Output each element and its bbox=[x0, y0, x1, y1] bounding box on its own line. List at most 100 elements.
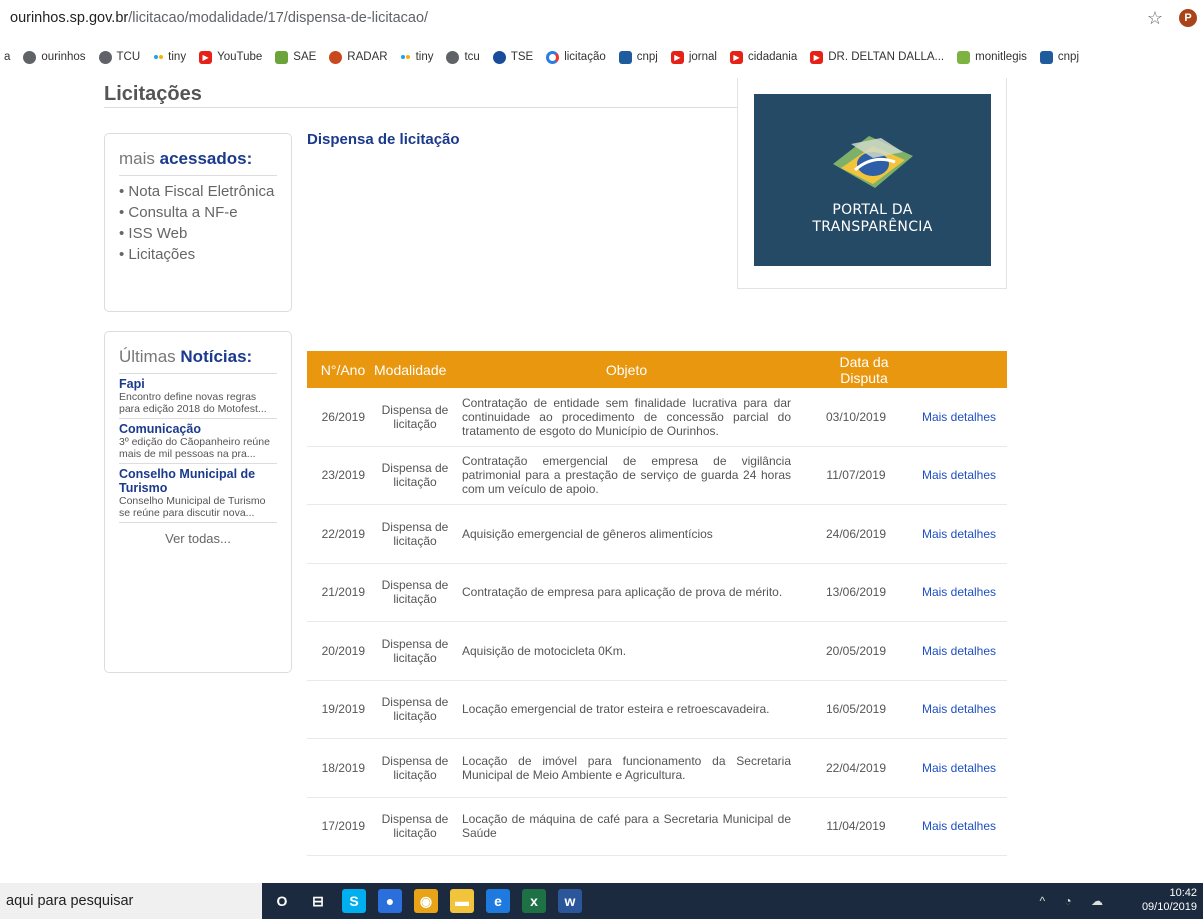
skype-icon[interactable]: S bbox=[342, 889, 366, 913]
news-item[interactable]: Conselho Municipal de Turismo Conselho Mu… bbox=[119, 464, 277, 523]
yt-icon: ▶ bbox=[670, 50, 684, 64]
clock-date: 09/10/2019 bbox=[1141, 901, 1197, 913]
mais-acessados-link[interactable]: • Licitações bbox=[119, 245, 277, 266]
profile-avatar[interactable]: P bbox=[1179, 9, 1197, 27]
mais-detalhes-link[interactable]: Mais detalhes bbox=[911, 702, 1007, 716]
bookmark-item[interactable]: tiny bbox=[401, 51, 434, 64]
app-icon[interactable]: ● bbox=[378, 889, 402, 913]
bookmark-item[interactable]: ourinhos bbox=[23, 50, 86, 64]
url-path: /licitacao/modalidade/17/dispensa-de-lic… bbox=[128, 10, 429, 26]
cell-objeto: Locação emergencial de trator esteira e … bbox=[462, 702, 770, 717]
mais-detalhes-link[interactable]: Mais detalhes bbox=[911, 644, 1007, 658]
noticias-list: Fapi Encontro define novas regras para ed… bbox=[105, 374, 291, 523]
bookmark-label: jornal bbox=[688, 51, 717, 63]
cortana-icon[interactable]: O bbox=[270, 889, 294, 913]
cell-num: 22/2019 bbox=[321, 526, 365, 541]
bookmark-label: RADAR bbox=[347, 51, 388, 63]
bookmark-item[interactable]: TSE bbox=[492, 50, 533, 64]
bookmark-label: cnpj bbox=[1057, 51, 1080, 63]
task-view-icon[interactable]: ⊟ bbox=[306, 889, 330, 913]
mais-acessados-link[interactable]: • ISS Web bbox=[119, 224, 277, 245]
bookmark-item[interactable]: TCU bbox=[98, 50, 141, 64]
bookmark-star-icon[interactable]: ☆ bbox=[1147, 8, 1163, 29]
tse-icon bbox=[492, 50, 506, 64]
cell-num: 19/2019 bbox=[321, 702, 365, 717]
news-title[interactable]: Fapi bbox=[119, 377, 277, 391]
bookmark-item[interactable]: tiny bbox=[153, 51, 186, 64]
cell-data: 20/05/2019 bbox=[825, 643, 887, 658]
page-title: Licitações bbox=[104, 83, 202, 105]
table-row: 20/2019 Dispensa de licitação Aquisição de… bbox=[307, 622, 1007, 681]
news-item[interactable]: Fapi Encontro define novas regras para ed… bbox=[119, 374, 277, 419]
ver-todas-link[interactable]: Ver todas... bbox=[105, 523, 291, 546]
tray-icons[interactable]: ^ ◔ ☁ bbox=[1039, 894, 1111, 908]
header-modalidade: Modalidade bbox=[374, 361, 447, 378]
bookmark-item[interactable]: cnpj bbox=[1039, 50, 1080, 64]
bookmark-item[interactable]: ▶ YouTube bbox=[199, 50, 262, 64]
cell-num: 17/2019 bbox=[321, 819, 365, 834]
mais-detalhes-link[interactable]: Mais detalhes bbox=[911, 585, 1007, 599]
bookmark-item[interactable]: SAE bbox=[275, 50, 317, 64]
news-description: 3º edição do Cãopanheiro reúne mais de m… bbox=[119, 436, 270, 460]
chrome-icon[interactable]: ◉ bbox=[414, 889, 438, 913]
portal-transparencia-banner[interactable]: PORTAL DA TRANSPARÊNCIA bbox=[754, 94, 991, 266]
news-title[interactable]: Conselho Municipal de Turismo bbox=[119, 467, 277, 495]
clock[interactable]: 10:42 09/10/2019 bbox=[1142, 886, 1197, 914]
cell-data: 03/10/2019 bbox=[825, 409, 887, 424]
mais-detalhes-link[interactable]: Mais detalhes bbox=[911, 527, 1007, 541]
yt-icon: ▶ bbox=[730, 50, 743, 64]
mais-detalhes-link[interactable]: Mais detalhes bbox=[911, 819, 1007, 833]
table-body: 26/2019 Dispensa de licitação Contratação … bbox=[307, 388, 1007, 856]
table-row: 22/2019 Dispensa de licitação Aquisição em… bbox=[307, 505, 1007, 564]
mais-detalhes-link[interactable]: Mais detalhes bbox=[911, 468, 1007, 482]
mais-acessados-link[interactable]: • Consulta a NF-e bbox=[119, 203, 277, 224]
bookmark-label: licitação bbox=[564, 51, 606, 63]
mais-detalhes-link[interactable]: Mais detalhes bbox=[911, 410, 1007, 424]
edge-icon[interactable]: e bbox=[486, 889, 510, 913]
bookmarks-bar: a ourinhos TCU tiny ▶ YouTube SAE RADAR tiny tcu T… bbox=[0, 40, 1203, 74]
bookmark-item[interactable]: ▶ cidadania bbox=[730, 50, 798, 64]
word-icon[interactable]: w bbox=[558, 889, 582, 913]
globe-icon bbox=[23, 50, 37, 64]
lic-icon bbox=[546, 50, 560, 64]
mais-detalhes-link[interactable]: Mais detalhes bbox=[911, 761, 1007, 775]
cell-data: 11/04/2019 bbox=[826, 819, 886, 834]
taskbar-search-field[interactable]: aqui para pesquisar bbox=[0, 883, 262, 919]
cell-objeto: Locação de imóvel para funcionamento da … bbox=[462, 753, 791, 782]
bookmark-label: tiny bbox=[415, 51, 434, 63]
bookmark-item[interactable]: ▶ DR. DELTAN DALLA... bbox=[810, 50, 944, 64]
excel-icon[interactable]: x bbox=[522, 889, 546, 913]
bookmark-item[interactable]: a bbox=[4, 51, 10, 63]
bookmark-label: ourinhos bbox=[41, 51, 86, 63]
cnpj-icon bbox=[1039, 50, 1053, 64]
bookmark-item[interactable]: licitação bbox=[546, 50, 606, 64]
mais-acessados-list: • Nota Fiscal Eletrônica • Consulta a NF-… bbox=[105, 176, 291, 272]
bookmark-item[interactable]: monitlegis bbox=[957, 50, 1027, 64]
bookmark-label: SAE bbox=[293, 51, 317, 63]
bookmark-item[interactable]: tcu bbox=[446, 50, 480, 64]
bookmark-label: TCU bbox=[116, 51, 141, 63]
news-description: Conselho Municipal de Turismo se reúne p… bbox=[119, 495, 266, 519]
table-row: 23/2019 Dispensa de licitação Contratação … bbox=[307, 447, 1007, 505]
address-bar[interactable]: ourinhos.sp.gov.br/licitacao/modalidade/… bbox=[0, 0, 1203, 36]
bookmark-item[interactable]: cnpj bbox=[618, 50, 658, 64]
cell-num: 23/2019 bbox=[321, 468, 365, 483]
bookmark-label: cidadania bbox=[748, 51, 798, 63]
bookmark-label: cnpj bbox=[636, 51, 658, 63]
cell-objeto: Aquisição de motocicleta 0Km. bbox=[462, 643, 627, 658]
news-title[interactable]: Comunicação bbox=[119, 422, 277, 436]
mais-acessados-link[interactable]: • Nota Fiscal Eletrônica bbox=[119, 182, 277, 203]
bookmark-item[interactable]: ▶ jornal bbox=[670, 50, 717, 64]
cell-objeto: Contratação de entidade sem finalidade l… bbox=[462, 395, 791, 438]
explorer-icon[interactable]: ▬ bbox=[450, 889, 474, 913]
cell-modalidade: Dispensa de licitação bbox=[381, 753, 449, 782]
windows-taskbar: aqui para pesquisar O ⊟ S ● ◉ ▬ e x w ^ ◔ ☁ 10:4… bbox=[0, 883, 1203, 919]
mais-acessados-box: mais acessados: • Nota Fiscal Eletrônica… bbox=[104, 133, 292, 312]
table-header: N°/Ano Modalidade Objeto Data da Disputa bbox=[307, 351, 1007, 388]
header-num: N°/Ano bbox=[320, 361, 366, 378]
clock-time: 10:42 bbox=[1169, 887, 1197, 899]
table-row: 17/2019 Dispensa de licitação Locação de m… bbox=[307, 798, 1007, 856]
noticias-box: Últimas Notícias: Fapi Encontro define no… bbox=[104, 331, 292, 673]
news-item[interactable]: Comunicação 3º edição do Cãopanheiro reún… bbox=[119, 419, 277, 464]
bookmark-item[interactable]: RADAR bbox=[329, 50, 388, 64]
